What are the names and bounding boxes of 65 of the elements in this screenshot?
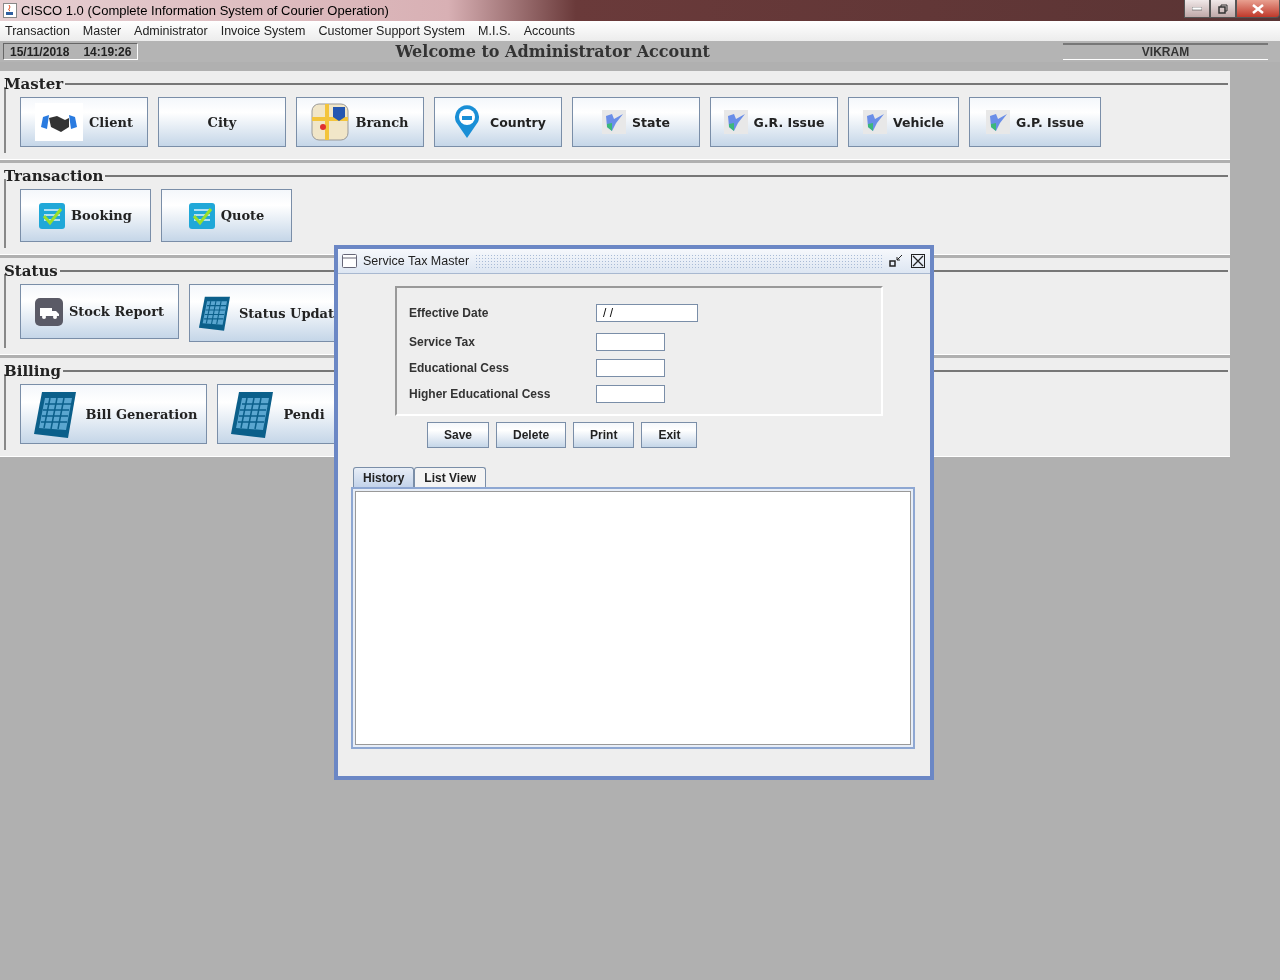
- time-text: 14:19:26: [83, 44, 132, 59]
- close-icon: [911, 254, 925, 268]
- section-title: Transaction: [3, 167, 105, 185]
- close-icon: [1252, 3, 1264, 14]
- close-button[interactable]: [910, 253, 926, 269]
- input-field[interactable]: / /: [596, 304, 698, 322]
- map-shape-icon: [723, 110, 748, 134]
- field-label: Effective Date: [409, 306, 490, 320]
- minimize-icon: [1192, 6, 1202, 11]
- module-button[interactable]: Client: [20, 97, 148, 147]
- truck-icon: [34, 297, 63, 326]
- tab[interactable]: List View: [414, 467, 487, 487]
- module-button[interactable]: G.P. Issue: [969, 97, 1101, 147]
- menu-item[interactable]: Customer Support System: [318, 24, 466, 38]
- restore-icon: [1218, 3, 1228, 14]
- java-cup-icon: [3, 3, 17, 18]
- handshake-icon: [35, 103, 83, 141]
- restore-icon: [889, 254, 903, 268]
- restore-button[interactable]: [888, 253, 904, 269]
- module-button[interactable]: City: [158, 97, 286, 147]
- map-shape-icon: [986, 110, 1011, 134]
- module-button[interactable]: Stock Report: [20, 284, 179, 339]
- map-shape-icon: [863, 110, 888, 134]
- section-title: Master: [3, 75, 65, 93]
- module-button[interactable]: Booking: [20, 189, 151, 242]
- date-text: 15/11/2018: [10, 44, 70, 59]
- section-title: Billing: [3, 362, 62, 380]
- menu-item[interactable]: Accounts: [523, 24, 576, 38]
- action-button[interactable]: Print: [573, 422, 635, 448]
- menu-item[interactable]: Transaction: [5, 24, 70, 38]
- section-title: Status: [3, 262, 59, 280]
- checklist-icon: [39, 202, 66, 229]
- map-shape-icon: [602, 110, 627, 134]
- input-field[interactable]: [596, 385, 665, 403]
- window-icon: [342, 254, 357, 268]
- minimize-button[interactable]: [1184, 0, 1210, 18]
- restore-button[interactable]: [1210, 0, 1236, 18]
- checklist-icon: [188, 202, 215, 229]
- user-name: VIKRAM: [1063, 43, 1268, 60]
- module-button[interactable]: Quote: [161, 189, 292, 242]
- input-field[interactable]: [596, 333, 665, 351]
- field-label: Higher Educational Cess: [409, 387, 552, 401]
- dialog-title: Service Tax Master: [363, 254, 470, 268]
- action-button[interactable]: Save: [427, 422, 490, 448]
- module-button[interactable]: Country: [434, 97, 562, 147]
- menu-item[interactable]: Master: [82, 24, 122, 38]
- field-label: Service Tax: [409, 335, 476, 349]
- close-button[interactable]: [1236, 0, 1280, 18]
- welcome-heading: Welcome to Administrator Account: [395, 42, 710, 61]
- menu-item[interactable]: M.I.S.: [478, 24, 511, 38]
- module-button[interactable]: Pendi: [217, 384, 335, 444]
- input-field[interactable]: [596, 359, 665, 377]
- module-button[interactable]: State: [572, 97, 700, 147]
- module-button[interactable]: G.R. Issue: [710, 97, 838, 147]
- module-button[interactable]: Vehicle: [848, 97, 959, 147]
- field-label: Educational Cess: [409, 361, 511, 375]
- action-button[interactable]: Delete: [496, 422, 567, 448]
- module-button[interactable]: Branch: [296, 97, 424, 147]
- window-title: CISCO 1.0 (Complete Information System of Courier Operation): [21, 3, 389, 18]
- action-button[interactable]: Exit: [641, 422, 698, 448]
- tab[interactable]: History: [353, 467, 415, 487]
- menu-item[interactable]: Administrator: [134, 24, 208, 38]
- menu-item[interactable]: Invoice System: [220, 24, 306, 38]
- map-icon: [311, 103, 350, 141]
- module-button[interactable]: Bill Generation: [20, 384, 207, 444]
